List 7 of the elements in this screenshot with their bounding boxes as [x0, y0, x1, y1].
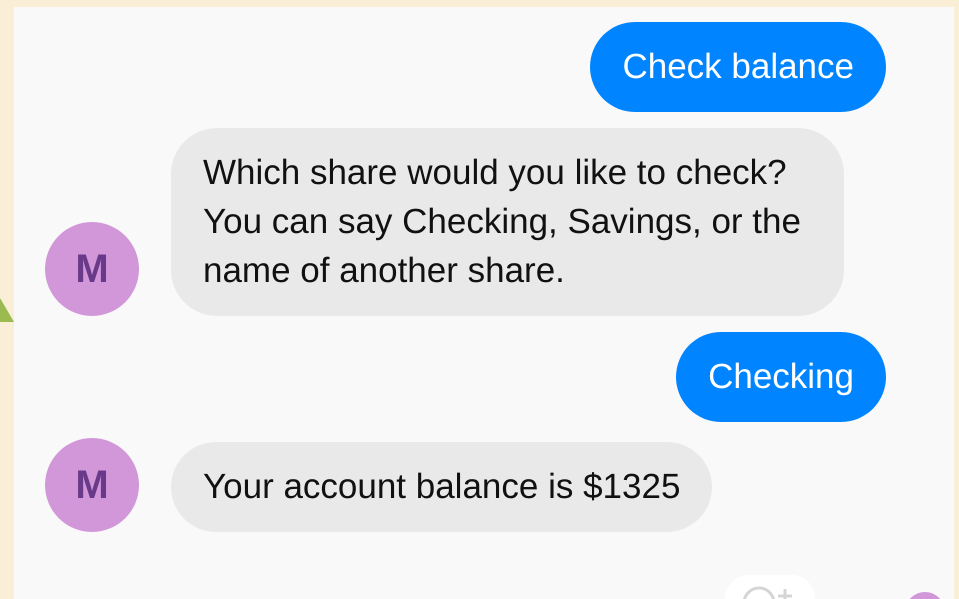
avatar: M	[45, 438, 139, 532]
triangle-shape	[0, 298, 14, 322]
user-message: Checking	[676, 332, 886, 422]
bot-message: Your account balance is $1325	[171, 442, 712, 532]
bot-message: Which share would you like to check? You can say Checking, Savings, or the name of another share.	[171, 128, 844, 316]
avatar: M	[45, 222, 139, 316]
user-message: Check balance	[590, 22, 886, 112]
